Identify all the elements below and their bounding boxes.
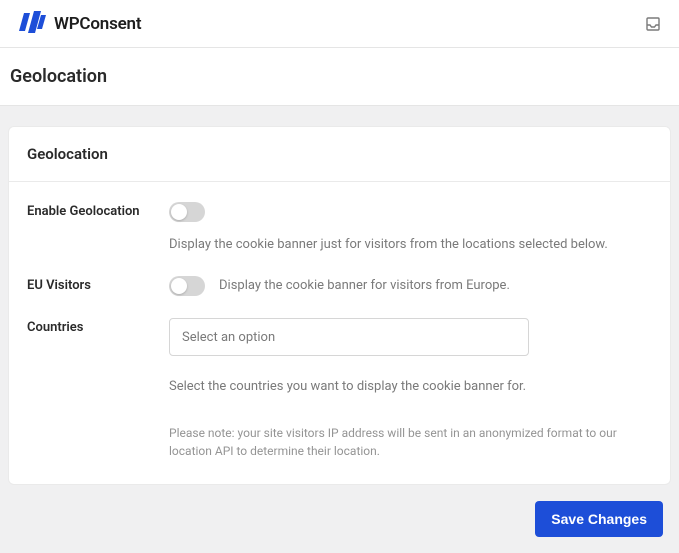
desc-eu-visitors: Display the cookie banner for visitors f… — [219, 277, 510, 295]
brand-logo: WPConsent — [18, 11, 141, 37]
countries-placeholder: Select an option — [182, 330, 275, 345]
toggle-enable-geolocation[interactable] — [169, 202, 205, 222]
inbox-icon[interactable] — [645, 16, 661, 32]
row-eu-visitors: EU Visitors Display the cookie banner fo… — [27, 276, 652, 296]
countries-helper: Select the countries you want to display… — [169, 378, 652, 396]
label-eu-visitors: EU Visitors — [27, 276, 169, 293]
countries-select[interactable]: Select an option — [169, 318, 529, 356]
card-body: Enable Geolocation Display the cookie ba… — [9, 182, 670, 484]
top-bar: WPConsent — [0, 0, 679, 48]
logo-icon — [18, 11, 46, 37]
row-countries: Countries Select an option — [27, 318, 652, 356]
row-enable-geolocation: Enable Geolocation Display the cookie ba… — [27, 202, 652, 254]
footer: Save Changes — [8, 485, 671, 545]
brand-name: WPConsent — [54, 14, 141, 34]
geolocation-card: Geolocation Enable Geolocation Display t… — [8, 126, 671, 485]
card-title: Geolocation — [9, 127, 670, 182]
save-button[interactable]: Save Changes — [535, 501, 663, 537]
desc-enable-geolocation: Display the cookie banner just for visit… — [169, 236, 608, 254]
page-content: Geolocation Enable Geolocation Display t… — [0, 106, 679, 553]
toggle-eu-visitors[interactable] — [169, 276, 205, 296]
page-title: Geolocation — [0, 48, 679, 106]
ip-note: Please note: your site visitors IP addre… — [169, 424, 619, 460]
label-enable-geolocation: Enable Geolocation — [27, 202, 169, 219]
label-countries: Countries — [27, 318, 169, 335]
